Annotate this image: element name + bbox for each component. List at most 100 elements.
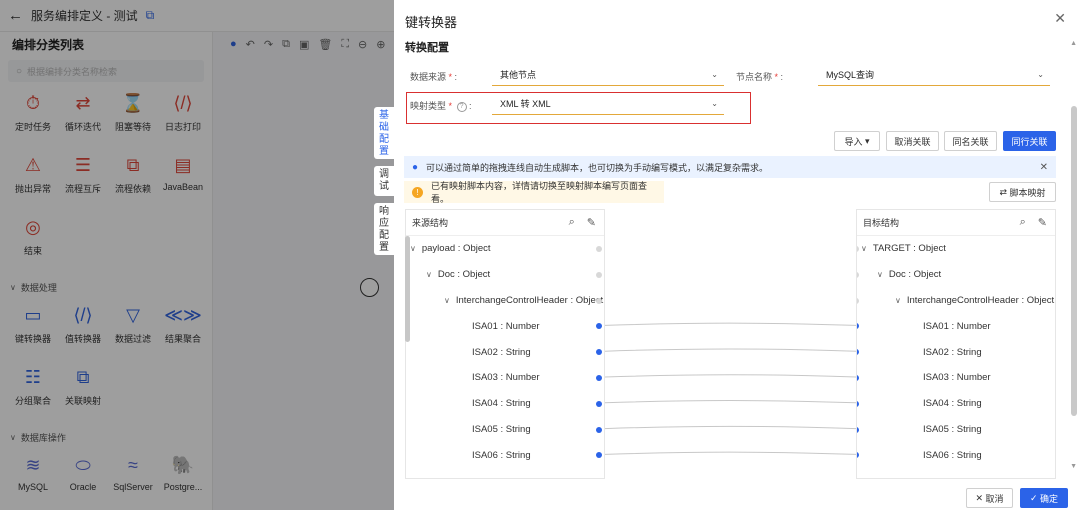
connection-point[interactable]	[596, 426, 602, 433]
map-type-select[interactable]: XML 转 XML ⌄	[492, 93, 724, 115]
source-tree-row[interactable]: ISA02 : String	[406, 339, 604, 365]
import-button[interactable]: 导入 ▾	[834, 131, 880, 151]
key-converter-drawer: 键转换器 ✕ 转换配置 ▲ ▼ 数据来源 * : 其他节点 ⌄ 节点名称 * :…	[394, 0, 1080, 510]
tree-node-label: Doc : Object	[437, 269, 491, 281]
source-label: 数据来源 * :	[410, 72, 458, 82]
tree-node-label: InterchangeControlHeader : Object	[906, 294, 1055, 306]
source-tree-row[interactable]: ∨ Doc : Object	[406, 262, 604, 288]
tree-node-label: ISA02 : String	[472, 346, 531, 358]
scroll-up-icon[interactable]: ▲	[1070, 40, 1077, 47]
target-tree-row[interactable]: ISA05 : String	[857, 417, 1055, 443]
source-tree-row[interactable]: ISA04 : String	[406, 391, 604, 417]
tree-node-label: ISA03 : Number	[923, 372, 991, 384]
source-tree-row[interactable]: ISA01 : Number	[406, 313, 604, 339]
tree-node-label: ISA06 : String	[923, 449, 982, 461]
scroll-down-icon[interactable]: ▼	[1070, 463, 1077, 470]
mapping-line[interactable]	[605, 451, 856, 455]
connection-point[interactable]	[857, 374, 859, 381]
close-icon[interactable]: ✕	[1054, 10, 1066, 27]
connection-point[interactable]	[596, 297, 602, 304]
connection-point[interactable]	[857, 452, 859, 459]
connection-point[interactable]	[596, 349, 602, 356]
connection-point[interactable]	[596, 374, 602, 381]
chevron-down-icon[interactable]: ∨	[895, 296, 901, 305]
connection-point[interactable]	[857, 297, 859, 304]
node-name-select[interactable]: MySQL查询 ⌄	[818, 64, 1050, 86]
mapping-line[interactable]	[605, 348, 856, 352]
tab-label: 基 础 配 置	[379, 110, 389, 157]
mapping-line[interactable]	[605, 400, 856, 404]
source-tree-row[interactable]: ISA05 : String	[406, 417, 604, 443]
cancel-button[interactable]: ✕ 取消	[966, 488, 1013, 508]
chevron-down-icon[interactable]: ∨	[426, 270, 432, 279]
target-tree-row[interactable]: ISA03 : Number	[857, 365, 1055, 391]
same-name-label: 同名关联	[952, 136, 989, 147]
chevron-down-icon: ⌄	[711, 70, 718, 79]
edit-icon[interactable]: ✎	[1038, 216, 1047, 229]
same-name-link-button[interactable]: 同名关联	[944, 131, 997, 151]
script-mapping-button[interactable]: ⇄ 脚本映射	[989, 182, 1056, 202]
target-tree-row[interactable]: ISA06 : String	[857, 442, 1055, 468]
source-tree-row[interactable]: ∨ payload : Object	[406, 236, 604, 262]
connection-point[interactable]	[857, 271, 859, 278]
tab-basic-config[interactable]: 基 础 配 置	[374, 107, 394, 159]
target-tree-row[interactable]: ∨ InterchangeControlHeader : Object	[857, 288, 1055, 314]
tree-node-label: ISA06 : String	[472, 449, 531, 461]
same-row-link-button[interactable]: 同行关联	[1003, 131, 1056, 151]
warning-icon: !	[412, 186, 423, 198]
confirm-button[interactable]: ✓ 确定	[1020, 488, 1068, 508]
source-tree-row[interactable]: ∨ InterchangeControlHeader : Object	[406, 288, 604, 314]
connection-point[interactable]	[596, 400, 602, 407]
source-tree-row[interactable]: ISA06 : String	[406, 442, 604, 468]
node-name-value: MySQL查询	[826, 70, 875, 80]
search-icon[interactable]: ⌕	[1020, 216, 1026, 229]
tab-label: 调 试	[379, 169, 389, 192]
cancel-link-button[interactable]: 取消关联	[886, 131, 939, 151]
mapping-line[interactable]	[605, 322, 856, 326]
connection-point[interactable]	[596, 452, 602, 459]
target-tree-row[interactable]: ISA01 : Number	[857, 313, 1055, 339]
mapping-line[interactable]	[605, 425, 856, 430]
target-tree-row[interactable]: ∨ Doc : Object	[857, 262, 1055, 288]
connection-point[interactable]	[596, 246, 602, 252]
chevron-down-icon[interactable]: ∨	[444, 296, 450, 305]
target-tree-row[interactable]: ∨ TARGET : Object	[857, 236, 1055, 262]
tab-label: 响 应 配 置	[379, 206, 389, 253]
cancel-link-label: 取消关联	[894, 136, 931, 147]
info-text: 可以通过简单的拖拽连线自动生成脚本，也可切换为手动编写模式，以满足复杂需求。	[426, 162, 769, 173]
chevron-down-icon[interactable]: ∨	[877, 270, 883, 279]
map-type-value: XML 转 XML	[500, 99, 551, 109]
connection-point[interactable]	[596, 323, 602, 330]
connection-point[interactable]	[596, 271, 602, 278]
connection-point[interactable]	[857, 246, 859, 252]
source-select[interactable]: 其他节点 ⌄	[492, 64, 724, 86]
same-row-label: 同行关联	[1011, 136, 1048, 147]
warn-text: 已有映射脚本内容，详情请切换至映射脚本编写页面查看。	[430, 181, 647, 204]
cancel-label: 取消	[985, 493, 1004, 504]
tree-node-label: ISA05 : String	[923, 423, 982, 435]
tab-response-config[interactable]: 响 应 配 置	[374, 203, 394, 255]
tab-debug[interactable]: 调 试	[374, 166, 394, 196]
target-panel-title: 目标结构	[863, 218, 900, 228]
tree-node-label: ISA01 : Number	[923, 320, 991, 332]
chevron-down-icon[interactable]: ∨	[861, 244, 867, 253]
close-icon[interactable]: ✕	[1040, 162, 1048, 173]
edit-icon[interactable]: ✎	[587, 216, 596, 229]
source-value: 其他节点	[500, 70, 537, 80]
connection-point[interactable]	[857, 400, 859, 407]
help-icon[interactable]: ?	[456, 101, 467, 112]
drawer-scrollbar[interactable]	[1071, 106, 1077, 416]
connection-point[interactable]	[857, 349, 859, 356]
source-tree-row[interactable]: ISA03 : Number	[406, 365, 604, 391]
chevron-down-icon[interactable]: ∨	[410, 244, 416, 253]
target-tree-row[interactable]: ISA04 : String	[857, 391, 1055, 417]
connection-point[interactable]	[857, 426, 859, 433]
source-tree-scrollbar[interactable]	[405, 236, 410, 342]
search-icon[interactable]: ⌕	[569, 216, 575, 229]
tree-node-label: ISA05 : String	[472, 423, 531, 435]
mapping-line[interactable]	[605, 374, 856, 378]
target-tree-row[interactable]: ISA02 : String	[857, 339, 1055, 365]
connection-point[interactable]	[857, 323, 859, 330]
modal-overlay[interactable]	[0, 0, 394, 510]
source-panel-title: 来源结构	[412, 218, 449, 228]
